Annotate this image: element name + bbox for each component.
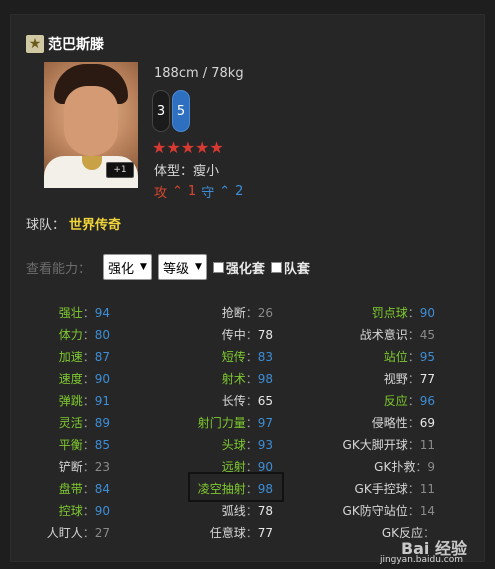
attr-crossing: 传中：78: [221, 328, 273, 342]
attr-strength: 强壮：94: [58, 306, 110, 320]
attr-long-pass: 长传：65: [221, 394, 273, 408]
ability-filter: 查看能力： 强化 ▼ 等级 ▼ 强化套 队套: [26, 254, 310, 280]
player-name-row: ★ 范巴斯滕: [26, 34, 104, 54]
defense-label: 守: [201, 186, 215, 201]
attr-vision: 视野：77: [383, 372, 435, 386]
level-select[interactable]: 等级 ▼: [157, 254, 207, 280]
attr-gk-diving: GK扑救：9: [374, 460, 435, 474]
attr-stamina: 体力：80: [58, 328, 110, 342]
attack-value: 1: [187, 184, 197, 199]
checkbox-icon[interactable]: [212, 261, 224, 273]
defense-arrow-icon: ⌃: [219, 184, 231, 199]
attr-agility: 灵活：89: [58, 416, 110, 430]
defense-value: 2: [235, 184, 244, 199]
dropdown-arrow-icon: ▼: [140, 262, 147, 272]
attr-dribbling: 盘带：84: [58, 482, 110, 496]
attr-short-pass: 短传：83: [221, 350, 273, 364]
attr-marking: 人盯人：27: [46, 526, 110, 540]
attr-tackle: 抢断：26: [221, 306, 273, 320]
attr-sliding-tackle: 铲断：23: [58, 460, 110, 474]
attr-speed: 速度：90: [58, 372, 110, 386]
attr-tactical-awareness: 战术意识：45: [359, 328, 435, 342]
attack-label: 攻: [154, 186, 168, 201]
right-foot-icon: 5: [172, 90, 190, 132]
attr-aggression: 侵略性：69: [371, 416, 435, 430]
filter-label: 查看能力：: [26, 261, 92, 277]
attr-curve: 弧线：78: [221, 504, 273, 518]
attr-balance: 平衡：85: [58, 438, 110, 452]
watermark-url: jingyan.baidu.com: [379, 555, 463, 565]
team-name[interactable]: 世界传奇: [69, 218, 121, 233]
attack-arrow-icon: ⌃: [172, 184, 183, 199]
foot-rating: 3 5: [152, 90, 190, 132]
dropdown-arrow-icon: ▼: [194, 262, 202, 272]
attr-reactions: 反应：96: [383, 394, 435, 408]
attr-free-kick: 任意球：77: [209, 526, 273, 540]
attr-penalty: 罚点球：90: [371, 306, 435, 320]
enhance-set-checkbox[interactable]: 强化套: [212, 258, 265, 277]
attr-acceleration: 加速：87: [58, 350, 110, 364]
attr-gk-handling: GK手控球：11: [354, 482, 435, 496]
attr-gk-positioning: GK防守站位：14: [342, 504, 435, 518]
plus-level-badge[interactable]: +1: [106, 162, 134, 178]
work-rate: 攻 ⌃ 1 守 ⌃ 2: [154, 182, 243, 201]
team-row: 球队： 世界传奇: [26, 214, 121, 233]
attr-shot-power: 射门力量：97: [197, 416, 273, 430]
checkbox-icon[interactable]: [270, 261, 282, 273]
volley-highlight-box: [188, 472, 284, 502]
player-name: 范巴斯滕: [48, 37, 104, 53]
attr-positioning: 站位：95: [383, 350, 435, 364]
height-weight: 188cm / 78kg: [154, 66, 244, 81]
body-type: 体型：瘦小: [154, 164, 220, 179]
skill-stars: ★★★★★: [152, 138, 224, 157]
attr-ball-control: 控球：90: [58, 504, 110, 518]
attr-heading: 头球：93: [221, 438, 273, 452]
attr-finishing: 射术：98: [221, 372, 273, 386]
left-foot-icon: 3: [152, 90, 170, 132]
team-set-checkbox[interactable]: 队套: [270, 258, 310, 277]
star-badge-icon: ★: [26, 35, 44, 53]
enhance-select[interactable]: 强化 ▼: [103, 254, 152, 280]
attr-jumping: 弹跳：91: [58, 394, 110, 408]
attr-gk-kicking: GK大脚开球：11: [342, 438, 435, 452]
team-label: 球队：: [26, 218, 66, 233]
